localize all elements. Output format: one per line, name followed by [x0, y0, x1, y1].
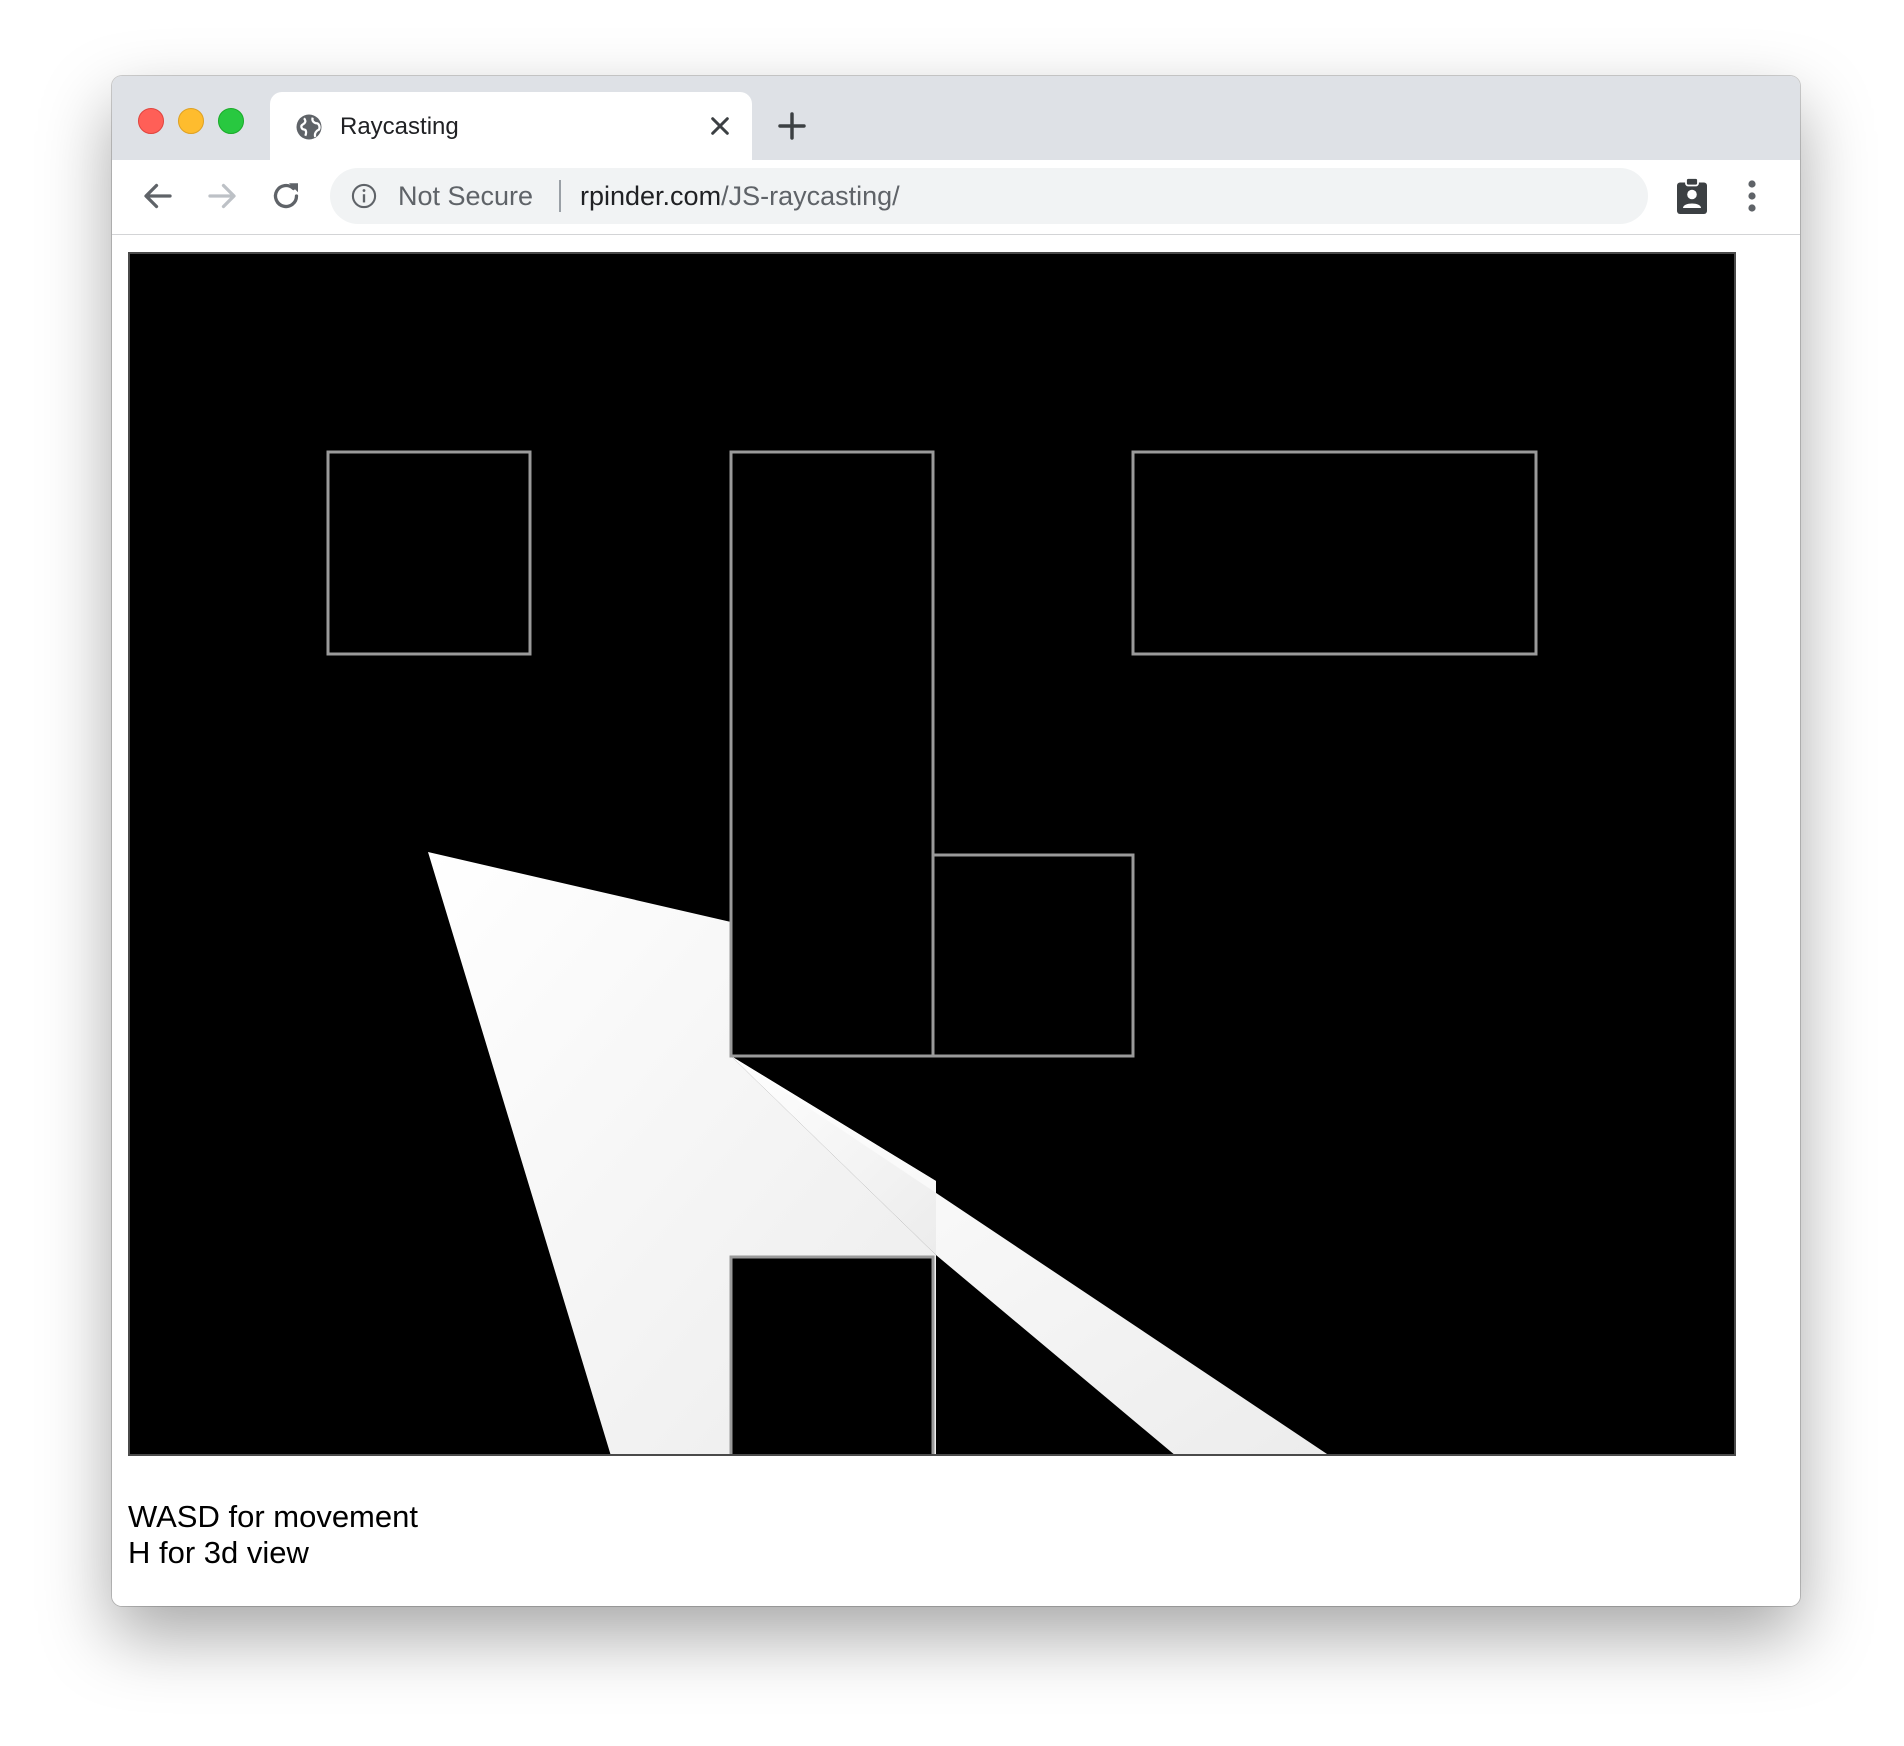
url-host: rpinder.com [580, 181, 722, 211]
tab-title: Raycasting [340, 113, 459, 140]
arrow-left-icon[interactable] [140, 178, 176, 214]
security-status-label[interactable]: Not Secure [398, 181, 533, 211]
clipboard-badge-icon[interactable] [1674, 176, 1710, 216]
instructions: WASD for movement H for 3d view [128, 1499, 418, 1571]
url-text[interactable]: rpinder.com/JS-raycasting/ [580, 181, 900, 211]
raycast-scene [128, 252, 1736, 1458]
url-path: /JS-raycasting/ [721, 181, 900, 211]
minimize-window-button[interactable] [178, 108, 204, 134]
browser-toolbar: Not Secure rpinder.com/JS-raycasting/ [112, 160, 1800, 235]
title-bar: Raycasting [112, 76, 1800, 160]
arrow-right-icon[interactable] [204, 178, 240, 214]
address-bar[interactable]: Not Secure rpinder.com/JS-raycasting/ [330, 168, 1648, 224]
globe-icon [296, 114, 322, 140]
reload-icon[interactable] [268, 178, 304, 214]
instruction-movement: WASD for movement [128, 1499, 418, 1534]
close-window-button[interactable] [138, 108, 164, 134]
close-tab-icon[interactable] [704, 110, 736, 142]
browser-window: Raycasting Not Secure rpinder.com/JS-ray… [112, 76, 1800, 1606]
zoom-window-button[interactable] [218, 108, 244, 134]
omnibox-divider [559, 180, 561, 212]
more-vert-icon[interactable] [1740, 178, 1764, 214]
instruction-3d-view: H for 3d view [128, 1535, 309, 1570]
raycast-canvas[interactable] [128, 252, 1736, 1458]
new-tab-icon[interactable] [776, 110, 808, 142]
tab-raycasting[interactable]: Raycasting [270, 92, 752, 160]
info-icon[interactable] [350, 182, 378, 210]
page-content: WASD for movement H for 3d view [112, 235, 1800, 1606]
wall-block [729, 1255, 935, 1458]
